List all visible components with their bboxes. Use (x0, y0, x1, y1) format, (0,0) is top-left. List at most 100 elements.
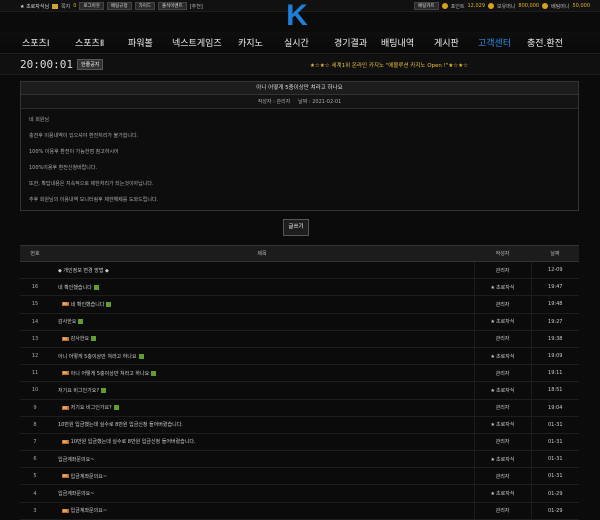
star-icon: ★ (490, 422, 496, 429)
row-title-cell[interactable]: 아니 어떻게 5충이상만 쳐라고 하나요 (50, 347, 474, 366)
row-writer: 초로자식 (496, 456, 515, 463)
nav-sports2[interactable]: 스포츠Ⅱ (75, 36, 104, 49)
row-writer-cell: 관리자 (473, 399, 531, 417)
row-title-cell[interactable]: RE 네 확인했습니다 (50, 295, 474, 314)
one-line-notice-button[interactable]: 한줄공지 (77, 59, 104, 70)
row-title-cell[interactable]: RE 입금계좌문의요~ (50, 467, 474, 486)
row-title[interactable]: 감사한요 (58, 319, 76, 325)
post-line: 100% 이용후 환전이 가능한점 참고하시어 (29, 149, 119, 155)
nav-customer-center[interactable]: 고객센터 (478, 36, 511, 49)
site-logo[interactable]: K (284, 1, 310, 31)
guide-button[interactable]: 가이드 (134, 2, 156, 10)
nav-board[interactable]: 게시판 (434, 36, 459, 49)
row-title-cell[interactable]: 감사한요 (50, 313, 474, 331)
row-writer-cell: ★초로자식 (473, 450, 531, 469)
row-title[interactable]: 저기요 비그인가요? (58, 388, 99, 394)
row-title-cell[interactable]: 입금계좌문의요~ (50, 484, 474, 503)
row-title-cell[interactable]: 저기요 비그인가요? (50, 381, 474, 400)
row-writer: 초로자식 (496, 387, 515, 394)
row-date: 18:51 (530, 381, 579, 400)
row-writer: 관리자 (495, 336, 510, 343)
attendance-event-button[interactable]: 출석이벤트 (158, 2, 187, 10)
nav-nextgames[interactable]: 넥스트게임즈 (172, 36, 222, 49)
reply-icon: RE (62, 302, 69, 307)
ticker-bar: 20:00:01 한줄공지 ★☆★☆ 세계1위 온라인 카지노 "에볼루션 카지… (0, 55, 600, 75)
table-row[interactable]: 3 RE 입금계좌문의요~ 관리자 01-29 (20, 502, 579, 520)
message-label[interactable]: 쪽지 (61, 3, 70, 10)
row-number: 3 (20, 502, 50, 520)
message-icon[interactable] (52, 3, 59, 9)
row-title[interactable]: 입금계좌문의요~ (58, 457, 94, 463)
nav-bet-history[interactable]: 배팅내역 (381, 36, 414, 49)
row-title-cell[interactable]: 네 확인했습니다 (50, 278, 474, 297)
user-bar: ★ 초로자식님 쪽지 0 로그아웃 배팅규정 가이드 출석이벤트 [추천] (20, 2, 203, 10)
row-date: 19:11 (530, 364, 579, 383)
nav-live[interactable]: 실시간 (284, 36, 309, 49)
write-button[interactable]: 글쓰기 (283, 219, 309, 236)
date-label: 날짜 (298, 99, 308, 105)
table-row[interactable]: 11 RE 아니 어떻게 5충이상만 쳐라고 하나요 관리자 19:11 (20, 364, 579, 383)
table-row[interactable]: 9 RE 저기요 비그인가요? 관리자 19:04 (20, 399, 579, 417)
message-count: 0 (73, 3, 77, 9)
nav-casino[interactable]: 카지노 (238, 36, 263, 49)
row-title[interactable]: 아니 어떻게 5충이상만 쳐라고 하나요 (71, 371, 150, 377)
new-badge-icon (91, 336, 97, 342)
bet-cart-button[interactable]: 배팅카트 (414, 2, 439, 10)
holding-label: 보유머니 (497, 3, 516, 10)
row-title-cell[interactable]: ◆ 개인정보 변경 방법 ◆ (50, 261, 474, 280)
star-icon: ★ (490, 284, 496, 291)
new-badge-icon (106, 301, 112, 307)
recommend-link[interactable]: [추천] (190, 3, 203, 10)
logout-button[interactable]: 로그아웃 (79, 2, 105, 10)
row-title[interactable]: 네 확인했습니다 (58, 285, 92, 291)
row-title[interactable]: 입금계좌문의요~ (58, 491, 94, 497)
row-writer-cell: 관리자 (473, 433, 531, 452)
row-title[interactable]: 감사한요 (71, 336, 89, 342)
row-title[interactable]: ◆ 개인정보 변경 방법 ◆ (58, 268, 109, 274)
row-title-cell[interactable]: RE 입금계좌문의요~ (50, 502, 474, 520)
table-row[interactable]: 7 RE 10만원 입금했는데 실수로 8만원 입금신청 들어버렸습니다. 관리자 01… (20, 433, 579, 452)
row-title-cell[interactable]: RE 10만원 입금했는데 실수로 8만원 입금신청 들어버렸습니다. (50, 433, 474, 452)
row-title[interactable]: 네 확인했습니다 (71, 302, 105, 308)
writer-value: 관리자 (276, 99, 291, 105)
row-title-cell[interactable]: RE 저기요 비그인가요? (50, 399, 474, 417)
post-body: 네 회원님 충전후 이용내역이 있으셔야 환전처리가 불가합니다. 100% 이… (21, 109, 578, 219)
new-badge-icon (113, 405, 119, 411)
table-row[interactable]: 10 저기요 비그인가요? ★초로자식 18:51 (20, 381, 579, 400)
row-title-cell[interactable]: 10만원 입금했는데 실수로 8만원 입금신청 들어버렸습니다. (50, 416, 474, 434)
table-row[interactable]: 13 RE 감사한요 관리자 19:38 (20, 330, 579, 348)
new-badge-icon (151, 370, 157, 376)
table-row[interactable]: 16 네 확인했습니다 ★초로자식 19:47 (20, 278, 579, 297)
row-title[interactable]: 아니 어떻게 5충이상만 쳐라고 하나요 (58, 354, 137, 360)
row-title[interactable]: 저기요 비그인가요? (71, 405, 112, 411)
point-label: 포인트 (450, 3, 465, 10)
row-writer-cell: 관리자 (473, 295, 531, 314)
betting-rules-button[interactable]: 배팅규정 (107, 2, 132, 10)
nav-sports1[interactable]: 스포츠Ⅰ (22, 36, 50, 49)
row-title[interactable]: 10만원 입금했는데 실수로 8만원 입금신청 들어버렸습니다. (71, 439, 196, 445)
table-row[interactable]: 12 아니 어떻게 5충이상만 쳐라고 하나요 ★초로자식 19:09 (20, 347, 579, 366)
coin-icon (542, 3, 549, 9)
row-title-cell[interactable]: RE 아니 어떻게 5충이상만 쳐라고 하나요 (50, 364, 474, 383)
row-title[interactable]: 입금계좌문의요~ (71, 474, 107, 480)
row-writer-cell: ★초로자식 (473, 416, 531, 434)
row-title[interactable]: 10만원 입금했는데 실수로 8만원 입금신청 들어버렸습니다. (58, 422, 183, 428)
nav-deposit-withdraw[interactable]: 충전.환전 (527, 36, 563, 49)
table-row[interactable]: 6 입금계좌문의요~ ★초로자식 01-31 (20, 450, 579, 469)
nav-powerball[interactable]: 파워볼 (128, 36, 153, 49)
table-row[interactable]: 14 감사한요 ★초로자식 19:27 (20, 313, 579, 331)
row-title-cell[interactable]: 입금계좌문의요~ (50, 450, 474, 469)
nav-results[interactable]: 경기결과 (334, 36, 367, 49)
row-title-cell[interactable]: RE 감사한요 (50, 330, 474, 348)
row-writer-cell: ★초로자식 (473, 484, 531, 503)
table-row[interactable]: 8 10만원 입금했는데 실수로 8만원 입금신청 들어버렸습니다. ★초로자식 01… (20, 416, 579, 434)
row-date: 12-09 (530, 261, 579, 280)
coin-icon (488, 3, 494, 9)
table-row[interactable]: 15 RE 네 확인했습니다 관리자 19:48 (20, 295, 579, 314)
row-writer: 관리자 (495, 405, 510, 412)
table-row[interactable]: 5 RE 입금계좌문의요~ 관리자 01-31 (20, 467, 579, 486)
table-row[interactable]: 4 입금계좌문의요~ ★초로자식 01-29 (20, 484, 579, 503)
row-title[interactable]: 입금계좌문의요~ (71, 508, 107, 514)
table-row[interactable]: ◆ 개인정보 변경 방법 ◆ 관리자 12-09 (20, 261, 579, 280)
row-number: 8 (20, 416, 50, 434)
